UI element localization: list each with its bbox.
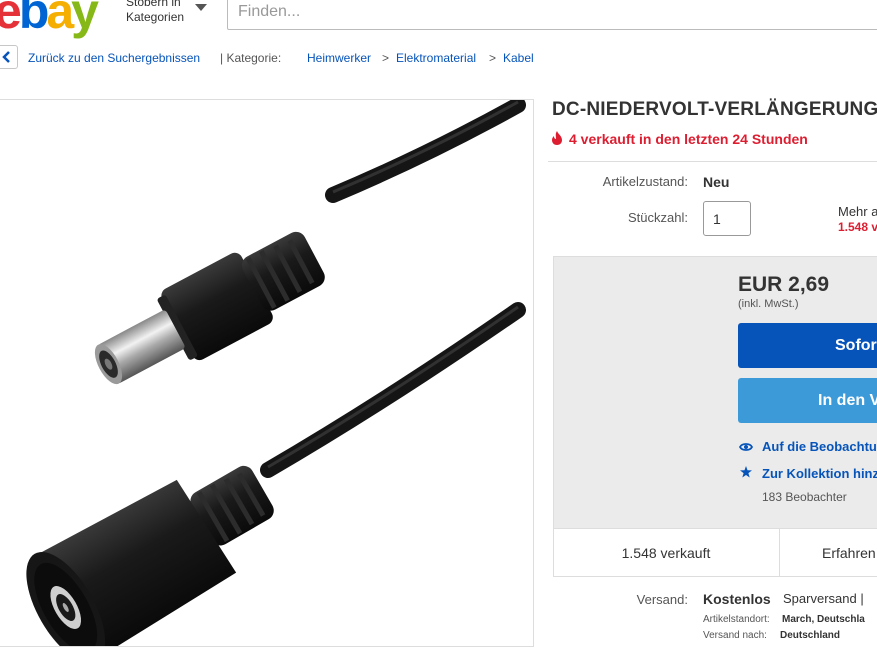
- condition-label: Artikelzustand:: [602, 174, 688, 189]
- ebay-logo[interactable]: ebay: [0, 0, 99, 39]
- divider: [548, 161, 877, 162]
- item-location-value: March, Deutschla: [782, 614, 865, 625]
- price: EUR 2,69: [738, 273, 830, 296]
- ships-to-label: Versand nach:: [703, 630, 767, 641]
- add-to-collection-link[interactable]: Zur Kollektion hinz: [762, 466, 877, 481]
- breadcrumb-separator: >: [382, 51, 390, 65]
- add-to-watchlist-link[interactable]: Auf die Beobachtu: [762, 439, 877, 454]
- flame-icon: [552, 131, 562, 145]
- shipping-cost: Kostenlos: [703, 591, 771, 607]
- eye-icon[interactable]: [739, 442, 753, 452]
- recent-sales-text: 4 verkauft in den letzten 24 Stunden: [569, 131, 808, 147]
- recent-sales-alert: 4 verkauft in den letzten 24 Stunden: [551, 131, 808, 147]
- search-input[interactable]: [227, 0, 877, 30]
- add-to-cart-button[interactable]: In den V: [738, 378, 877, 423]
- buy-now-button[interactable]: Sofor: [738, 323, 877, 368]
- watcher-count: 183 Beobachter: [762, 490, 847, 504]
- divider: [779, 528, 780, 577]
- price-tax-note: (inkl. MwSt.): [738, 298, 799, 310]
- shipping-label: Versand:: [636, 592, 688, 607]
- logo-letter-a: a: [46, 0, 74, 39]
- chevron-left-icon: [2, 51, 10, 63]
- dc-cable-image: [26, 97, 526, 651]
- more-sold-text[interactable]: 1.548 v: [838, 220, 877, 234]
- breadcrumb-item-kabel[interactable]: Kabel: [503, 51, 534, 65]
- item-location-label: Artikelstandort:: [703, 614, 770, 625]
- condition-value: Neu: [703, 174, 730, 190]
- star-icon[interactable]: [740, 466, 752, 478]
- quantity-label: Stückzahl:: [628, 210, 688, 225]
- logo-letter-b: b: [18, 0, 49, 39]
- ships-to-value: Deutschland: [780, 630, 841, 641]
- breadcrumb-separator: >: [489, 51, 497, 65]
- product-image[interactable]: [0, 97, 534, 651]
- experience-link[interactable]: Erfahren: [822, 545, 876, 561]
- category-label: | Kategorie:: [220, 51, 282, 65]
- back-button[interactable]: [0, 45, 18, 69]
- sold-count-link[interactable]: 1.548 verkauft: [553, 545, 779, 561]
- shipping-type: Sparversand |: [783, 591, 864, 606]
- item-title: DC-NIEDERVOLT-VERLÄNGERUNG: [552, 99, 877, 120]
- breadcrumb-item-elektromaterial[interactable]: Elektromaterial: [396, 51, 476, 65]
- quantity-input[interactable]: [703, 201, 751, 236]
- chevron-down-icon[interactable]: [195, 4, 207, 11]
- breadcrumb-item-heimwerker[interactable]: Heimwerker: [307, 51, 371, 65]
- logo-letter-e: e: [0, 0, 22, 39]
- back-to-results-link[interactable]: Zurück zu den Suchergebnissen: [28, 51, 200, 65]
- more-available-text: Mehr a: [838, 204, 877, 219]
- logo-letter-y: y: [71, 0, 99, 39]
